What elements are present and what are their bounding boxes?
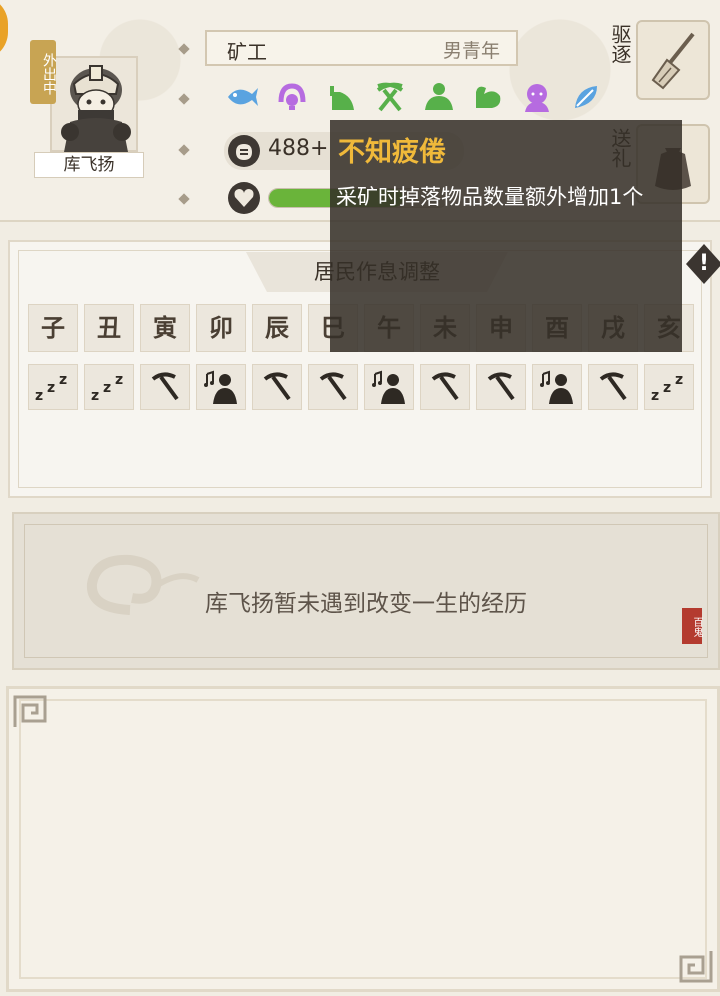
- mine-activity-icon[interactable]: [308, 364, 358, 410]
- meditation-trait-icon[interactable]: [420, 80, 458, 114]
- status-badge: 外出中: [30, 40, 57, 104]
- svg-text:z: z: [103, 380, 111, 396]
- leisure-activity-icon[interactable]: [364, 364, 414, 410]
- sleep-activity-icon[interactable]: zzz: [84, 364, 134, 410]
- expel-button[interactable]: [636, 20, 710, 100]
- svg-text:z: z: [47, 380, 55, 396]
- mine-activity-icon[interactable]: [252, 364, 302, 410]
- svg-text:z: z: [675, 372, 683, 388]
- fruit-trait-icon[interactable]: [322, 80, 360, 114]
- leaf-trait-icon[interactable]: [567, 80, 605, 114]
- sleep-activity-icon[interactable]: zzz: [28, 364, 78, 410]
- lantern-trait-icon[interactable]: [273, 80, 311, 114]
- monk-trait-icon[interactable]: [518, 80, 556, 114]
- experience-text: 库飞扬暂未遇到改变一生的经历: [205, 591, 527, 617]
- resident-name: 库飞扬: [34, 152, 144, 178]
- tooltip-title: 不知疲倦: [338, 137, 446, 168]
- activity-row: zzzzzzzzz: [28, 364, 694, 410]
- corner-badge: [0, 0, 8, 60]
- corner-ornament: [13, 695, 47, 727]
- svg-text:z: z: [115, 372, 123, 388]
- hour-cell: 辰: [252, 304, 302, 352]
- resident-portrait[interactable]: [50, 56, 138, 152]
- hour-cell: 丑: [84, 304, 134, 352]
- tooltip-body: 采矿时掉落物品数量额外增加1个: [336, 185, 644, 209]
- corner-ornament: [679, 951, 713, 983]
- job-name: 矿工: [227, 40, 267, 64]
- svg-text:z: z: [35, 388, 43, 402]
- content-panel: [6, 686, 720, 992]
- muscle-trait-icon[interactable]: [469, 80, 507, 114]
- heart-icon: [228, 182, 260, 214]
- gender-age: 男青年: [442, 40, 500, 62]
- hour-cell: 寅: [140, 304, 190, 352]
- mine-activity-icon[interactable]: [420, 364, 470, 410]
- expel-label: 驱逐: [608, 24, 632, 64]
- svg-text:z: z: [91, 388, 99, 402]
- seal-stamp: 百鬼: [682, 608, 702, 644]
- svg-text:z: z: [59, 372, 67, 388]
- leisure-activity-icon[interactable]: [196, 364, 246, 410]
- sleep-activity-icon[interactable]: zzz: [644, 364, 694, 410]
- svg-text:z: z: [651, 388, 659, 402]
- panel-frame: [19, 699, 707, 979]
- leisure-activity-icon[interactable]: [532, 364, 582, 410]
- row-marker: [178, 93, 190, 105]
- svg-text:z: z: [663, 380, 671, 396]
- row-marker: [178, 144, 190, 156]
- trait-list: [224, 80, 605, 116]
- hour-cell: 子: [28, 304, 78, 352]
- trait-tooltip: 不知疲倦 采矿时掉落物品数量额外增加1个: [330, 120, 682, 352]
- hour-cell: 卯: [196, 304, 246, 352]
- avatar: [61, 65, 131, 152]
- pickaxe-trait-icon[interactable]: [371, 80, 409, 114]
- job-field: 矿工 男青年: [205, 30, 518, 66]
- experience-panel: 库飞扬暂未遇到改变一生的经历: [12, 512, 720, 670]
- mine-activity-icon[interactable]: [476, 364, 526, 410]
- power-value: 488+: [268, 136, 329, 161]
- mine-activity-icon[interactable]: [588, 364, 638, 410]
- broom-icon: [651, 32, 695, 90]
- fish-trait-icon[interactable]: [224, 80, 262, 114]
- mine-activity-icon[interactable]: [140, 364, 190, 410]
- fist-icon: [228, 135, 260, 167]
- row-marker: [178, 193, 190, 205]
- row-marker: [178, 43, 190, 55]
